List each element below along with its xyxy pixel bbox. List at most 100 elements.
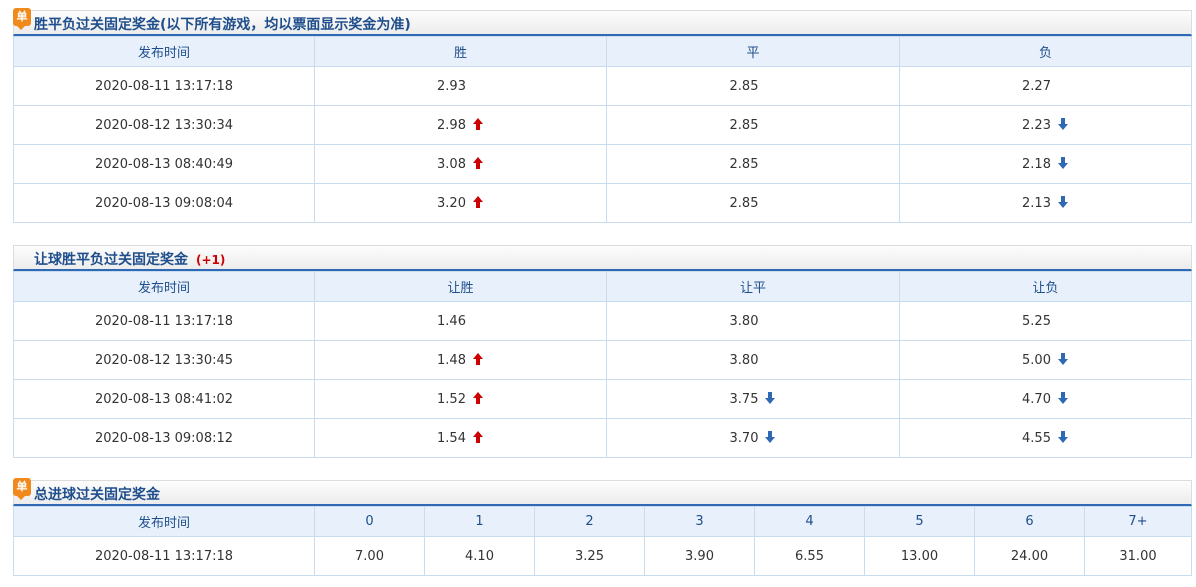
lose-odds-cell: 2.13 (899, 183, 1192, 223)
column-header-goals-2: 2 (534, 506, 645, 537)
column-header-goals-0: 0 (314, 506, 425, 537)
goals-odds-cell: 24.00 (974, 536, 1085, 576)
column-header-handicap-lose: 让负 (899, 271, 1192, 302)
column-header-goals-1: 1 (424, 506, 535, 537)
section-win-draw-lose: 单 胜平负过关固定奖金(以下所有游戏，均以票面显示奖金为准) 发布时间 胜 平 … (13, 8, 1192, 223)
single-badge-icon: 单 (13, 8, 31, 30)
column-header-draw: 平 (606, 36, 900, 67)
odds-value: 1.52 (437, 392, 466, 407)
odds-table: 发布时间 让胜 让平 让负 2020-08-11 13:17:18 1.46 3.8… (13, 271, 1192, 458)
arrow-down-icon (764, 430, 776, 444)
column-header-time: 发布时间 (13, 271, 315, 302)
table-row: 2020-08-12 13:30:45 1.48 3.80 5.00 (13, 340, 1192, 380)
win-odds-cell: 2.98 (314, 105, 607, 145)
section-handicap-win-draw-lose: 让球胜平负过关固定奖金 (+1) 发布时间 让胜 让平 让负 2020-08-11… (13, 245, 1192, 458)
arrow-down-icon (1057, 391, 1069, 405)
section-title-text: 让球胜平负过关固定奖金 (34, 252, 188, 268)
lose-odds-cell: 2.18 (899, 144, 1192, 184)
odds-value: 2.85 (729, 156, 759, 172)
goals-odds-cell: 6.55 (754, 536, 865, 576)
arrow-up-icon (472, 352, 484, 366)
odds-value: 3.70 (729, 431, 759, 446)
lose-odds-cell: 2.23 (899, 105, 1192, 145)
column-header-time: 发布时间 (13, 36, 315, 67)
goals-odds-cell: 31.00 (1084, 536, 1192, 576)
draw-odds-cell: 2.85 (606, 183, 900, 223)
odds-value: 1.54 (437, 431, 466, 446)
publish-time-cell: 2020-08-12 13:30:45 (13, 340, 315, 380)
table-row: 2020-08-11 13:17:18 2.93 2.85 2.27 (13, 66, 1192, 106)
goals-odds-cell: 4.10 (424, 536, 535, 576)
odds-table: 发布时间 胜 平 负 2020-08-11 13:17:18 2.93 2.85 2.… (13, 36, 1192, 223)
odds-table: 发布时间 0 1 2 3 4 5 6 7+ 2020-08-11 13:17:18 7.00 4.1… (13, 506, 1192, 576)
column-header-goals-6: 6 (974, 506, 1085, 537)
arrow-down-icon (1057, 195, 1069, 209)
odds-value: 3.20 (437, 196, 466, 211)
arrow-up-icon (472, 430, 484, 444)
odds-value: 5.25 (1022, 313, 1051, 329)
win-odds-cell: 2.93 (314, 66, 607, 106)
lose-odds-cell: 2.27 (899, 66, 1192, 106)
odds-value: 2.18 (1022, 157, 1051, 172)
table-row: 2020-08-13 09:08:04 3.20 2.85 2.13 (13, 183, 1192, 223)
table-header-row: 发布时间 0 1 2 3 4 5 6 7+ (13, 506, 1192, 537)
section-title: 让球胜平负过关固定奖金 (+1) (34, 249, 225, 269)
odds-value: 2.13 (1022, 196, 1051, 211)
column-header-goals-5: 5 (864, 506, 975, 537)
odds-value: 2.85 (729, 117, 759, 133)
publish-time-cell: 2020-08-13 08:41:02 (13, 379, 315, 419)
arrow-up-icon (472, 391, 484, 405)
draw-odds-cell: 2.85 (606, 66, 900, 106)
section-title: 胜平负过关固定奖金(以下所有游戏，均以票面显示奖金为准) (34, 17, 411, 33)
column-header-goals-7plus: 7+ (1084, 506, 1192, 537)
odds-value: 1.48 (437, 353, 466, 368)
handicap-draw-odds-cell: 3.80 (606, 301, 900, 341)
section-total-goals: 单 总进球过关固定奖金 发布时间 0 1 2 3 4 5 6 7+ 2020-08-11 13:… (13, 478, 1192, 576)
handicap-win-odds-cell: 1.54 (314, 418, 607, 458)
arrow-up-icon (472, 117, 484, 131)
handicap-draw-odds-cell: 3.70 (606, 418, 900, 458)
single-badge-icon: 单 (13, 478, 31, 500)
arrow-up-icon (472, 156, 484, 170)
publish-time-cell: 2020-08-11 13:17:18 (13, 301, 315, 341)
publish-time-cell: 2020-08-11 13:17:18 (13, 536, 315, 576)
handicap-win-odds-cell: 1.48 (314, 340, 607, 380)
section-header: 单 总进球过关固定奖金 (13, 478, 1192, 506)
odds-value: 1.46 (437, 313, 466, 329)
odds-value: 4.55 (1022, 431, 1051, 446)
handicap-badge: (+1) (196, 253, 226, 267)
handicap-win-odds-cell: 1.52 (314, 379, 607, 419)
table-row: 2020-08-13 08:41:02 1.52 3.75 4.70 (13, 379, 1192, 419)
odds-value: 5.00 (1022, 353, 1051, 368)
table-row: 2020-08-13 08:40:49 3.08 2.85 2.18 (13, 144, 1192, 184)
arrow-down-icon (764, 391, 776, 405)
handicap-draw-odds-cell: 3.80 (606, 340, 900, 380)
handicap-lose-odds-cell: 4.55 (899, 418, 1192, 458)
goals-odds-cell: 13.00 (864, 536, 975, 576)
table-row: 2020-08-11 13:17:18 7.00 4.10 3.25 3.90 6.55 1… (13, 536, 1192, 576)
arrow-down-icon (1057, 117, 1069, 131)
arrow-down-icon (1057, 430, 1069, 444)
odds-value: 3.08 (437, 157, 466, 172)
win-odds-cell: 3.08 (314, 144, 607, 184)
column-header-handicap-win: 让胜 (314, 271, 607, 302)
goals-odds-cell: 7.00 (314, 536, 425, 576)
odds-value: 3.80 (729, 313, 759, 329)
arrow-down-icon (1057, 352, 1069, 366)
table-row: 2020-08-13 09:08:12 1.54 3.70 4.55 (13, 418, 1192, 458)
table-row: 2020-08-12 13:30:34 2.98 2.85 2.23 (13, 105, 1192, 145)
table-header-row: 发布时间 让胜 让平 让负 (13, 271, 1192, 302)
odds-value: 2.85 (729, 78, 759, 94)
odds-value: 3.80 (729, 352, 759, 368)
odds-value: 3.75 (729, 392, 759, 407)
publish-time-cell: 2020-08-12 13:30:34 (13, 105, 315, 145)
publish-time-cell: 2020-08-13 09:08:12 (13, 418, 315, 458)
goals-odds-cell: 3.25 (534, 536, 645, 576)
goals-odds-cell: 3.90 (644, 536, 755, 576)
section-title: 总进球过关固定奖金 (34, 487, 160, 503)
arrow-down-icon (1057, 156, 1069, 170)
handicap-lose-odds-cell: 5.00 (899, 340, 1192, 380)
odds-value: 2.98 (437, 118, 466, 133)
column-header-goals-3: 3 (644, 506, 755, 537)
section-header: 单 胜平负过关固定奖金(以下所有游戏，均以票面显示奖金为准) (13, 8, 1192, 36)
